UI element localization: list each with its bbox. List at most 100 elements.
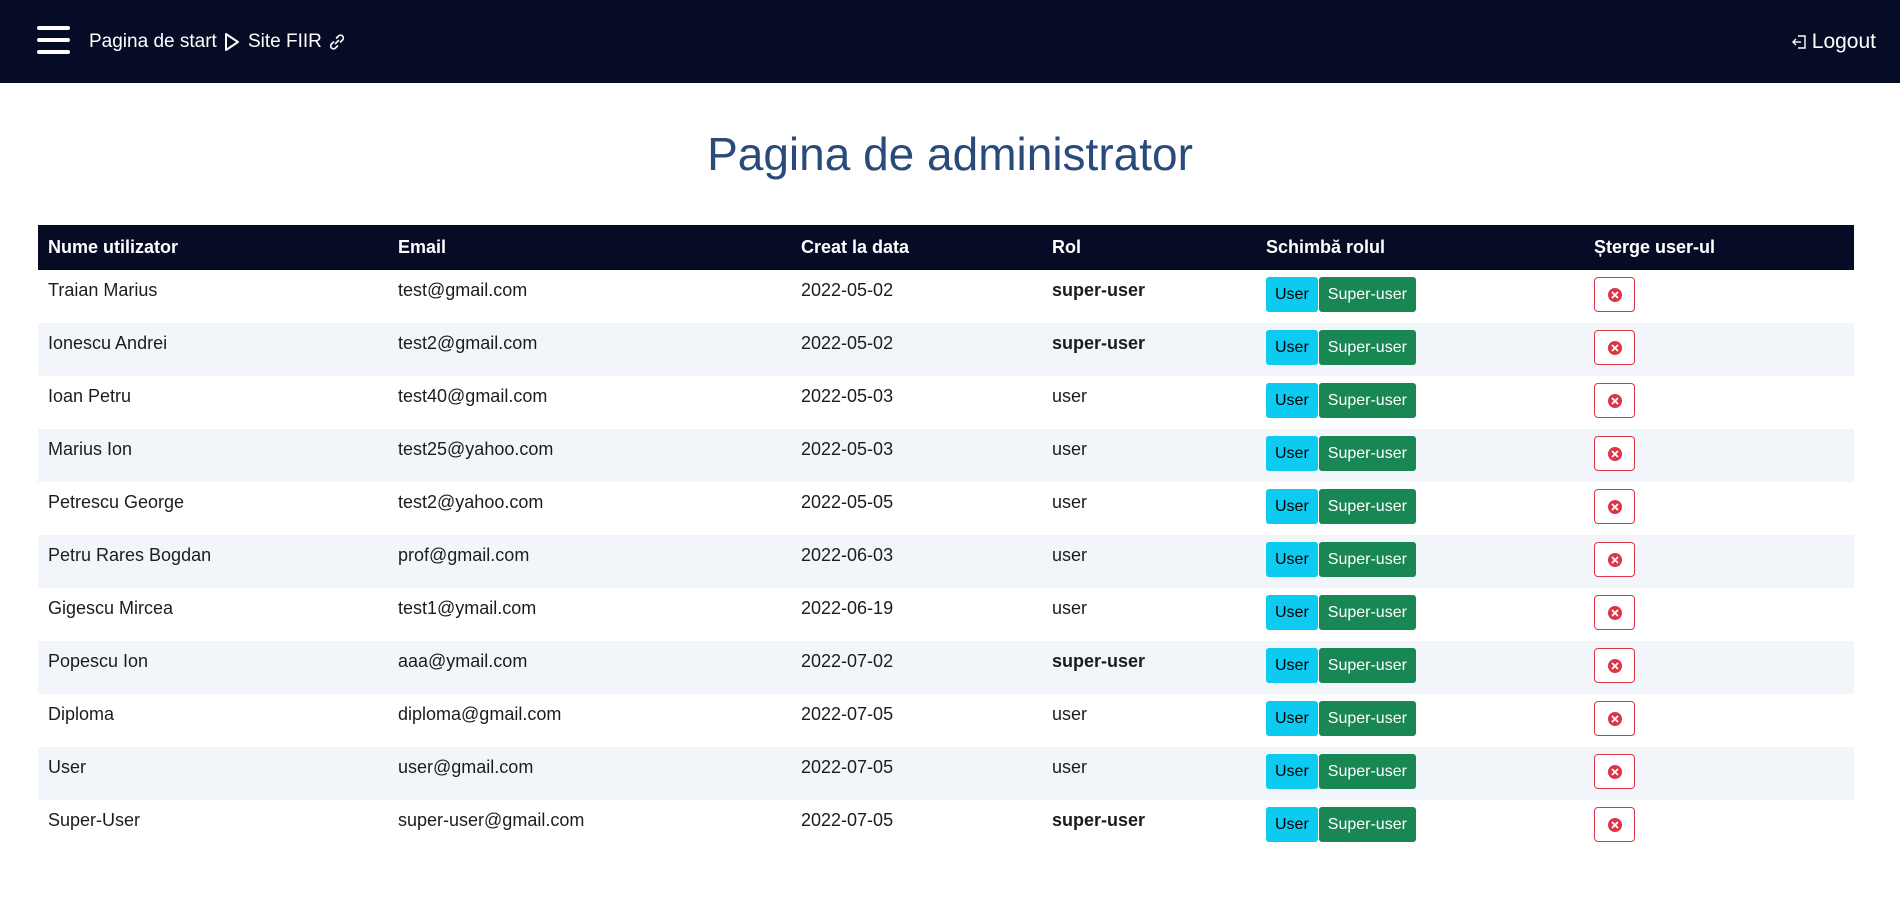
set-super-user-role-button[interactable]: Super-user: [1318, 383, 1416, 418]
set-super-user-role-button[interactable]: Super-user: [1318, 489, 1416, 524]
header-email: Email: [388, 225, 791, 270]
username-text: Traian Marius: [48, 280, 158, 300]
delete-user-button[interactable]: [1594, 330, 1635, 365]
cell-change-role: User Super-user: [1256, 800, 1584, 853]
role-text: user: [1052, 757, 1088, 777]
cell-username: User: [38, 747, 388, 800]
table-row: Petrescu George test2@yahoo.com 2022-05-05…: [38, 482, 1854, 535]
role-text: user: [1052, 492, 1088, 512]
created-date-text: 2022-06-19: [801, 598, 894, 618]
delete-circle-x-icon: [1608, 818, 1622, 832]
set-super-user-role-button[interactable]: Super-user: [1318, 277, 1416, 312]
delete-user-button[interactable]: [1594, 701, 1635, 736]
set-user-role-button[interactable]: User: [1266, 383, 1318, 418]
set-super-user-role-button[interactable]: Super-user: [1318, 807, 1416, 842]
username-text: Ionescu Andrei: [48, 333, 168, 353]
username-text: Super-User: [48, 810, 141, 830]
cell-delete: [1584, 641, 1854, 694]
set-super-user-role-button[interactable]: Super-user: [1318, 701, 1416, 736]
set-super-user-role-button[interactable]: Super-user: [1318, 330, 1416, 365]
delete-user-button[interactable]: [1594, 436, 1635, 471]
menu-hamburger-icon[interactable]: [37, 24, 70, 56]
cell-username: Ionescu Andrei: [38, 323, 388, 376]
username-text: Ioan Petru: [48, 386, 132, 406]
delete-circle-x-icon: [1608, 606, 1622, 620]
cell-created: 2022-07-05: [791, 800, 1042, 853]
created-date-text: 2022-05-02: [801, 280, 894, 300]
nav-link-start[interactable]: Pagina de start: [89, 0, 241, 83]
table-row: Traian Marius test@gmail.com 2022-05-02 sup…: [38, 270, 1854, 323]
table-row: Ionescu Andrei test2@gmail.com 2022-05-02 s…: [38, 323, 1854, 376]
role-text: user: [1052, 598, 1088, 618]
created-date-text: 2022-06-03: [801, 545, 894, 565]
cell-change-role: User Super-user: [1256, 694, 1584, 747]
delete-circle-x-icon: [1608, 553, 1622, 567]
set-super-user-role-button[interactable]: Super-user: [1318, 436, 1416, 471]
cell-change-role: User Super-user: [1256, 747, 1584, 800]
set-super-user-role-button[interactable]: Super-user: [1318, 542, 1416, 577]
set-user-role-button[interactable]: User: [1266, 754, 1318, 789]
email-text: test2@gmail.com: [398, 333, 538, 353]
cell-change-role: User Super-user: [1256, 641, 1584, 694]
email-text: test1@ymail.com: [398, 598, 537, 618]
set-user-role-button[interactable]: User: [1266, 807, 1318, 842]
set-user-role-button[interactable]: User: [1266, 436, 1318, 471]
page-title: Pagina de administrator: [707, 128, 1193, 180]
set-user-role-button[interactable]: User: [1266, 542, 1318, 577]
delete-user-button[interactable]: [1594, 383, 1635, 418]
cell-role: super-user: [1042, 323, 1256, 376]
header-username: Nume utilizator: [38, 225, 388, 270]
set-user-role-button[interactable]: User: [1266, 648, 1318, 683]
set-user-role-button[interactable]: User: [1266, 489, 1318, 524]
set-super-user-role-button[interactable]: Super-user: [1318, 595, 1416, 630]
set-super-user-role-button[interactable]: Super-user: [1318, 754, 1416, 789]
cell-email: test@gmail.com: [388, 270, 791, 323]
cell-created: 2022-05-05: [791, 482, 1042, 535]
cell-change-role: User Super-user: [1256, 535, 1584, 588]
delete-circle-x-icon: [1608, 394, 1622, 408]
table-row: Ioan Petru test40@gmail.com 2022-05-03 user…: [38, 376, 1854, 429]
cell-role: user: [1042, 747, 1256, 800]
email-text: test@gmail.com: [398, 280, 528, 300]
delete-user-button[interactable]: [1594, 648, 1635, 683]
set-user-role-button[interactable]: User: [1266, 701, 1318, 736]
nav-link-site-fiir[interactable]: Site FIIR: [248, 0, 346, 83]
set-user-role-button[interactable]: User: [1266, 277, 1318, 312]
cell-delete: [1584, 270, 1854, 323]
cell-email: super-user@gmail.com: [388, 800, 791, 853]
cell-change-role: User Super-user: [1256, 323, 1584, 376]
cell-created: 2022-06-03: [791, 535, 1042, 588]
delete-user-button[interactable]: [1594, 595, 1635, 630]
role-text: user: [1052, 704, 1088, 724]
delete-user-button[interactable]: [1594, 754, 1635, 789]
created-date-text: 2022-05-02: [801, 333, 894, 353]
cell-username: Marius Ion: [38, 429, 388, 482]
cell-username: Petru Rares Bogdan: [38, 535, 388, 588]
logout-button[interactable]: Logout: [1791, 0, 1876, 83]
set-super-user-role-button[interactable]: Super-user: [1318, 648, 1416, 683]
email-text: test2@yahoo.com: [398, 492, 544, 512]
logout-label: Logout: [1811, 29, 1876, 53]
cell-created: 2022-06-19: [791, 588, 1042, 641]
delete-user-button[interactable]: [1594, 807, 1635, 842]
cell-role: user: [1042, 482, 1256, 535]
set-user-role-button[interactable]: User: [1266, 330, 1318, 365]
delete-user-button[interactable]: [1594, 542, 1635, 577]
cell-role: super-user: [1042, 270, 1256, 323]
cell-delete: [1584, 323, 1854, 376]
nav-site-label: Site FIIR: [248, 30, 322, 52]
cell-email: aaa@ymail.com: [388, 641, 791, 694]
username-text: Popescu Ion: [48, 651, 149, 671]
created-date-text: 2022-05-05: [801, 492, 894, 512]
cell-username: Popescu Ion: [38, 641, 388, 694]
role-text: user: [1052, 386, 1088, 406]
role-text: super-user: [1052, 651, 1146, 671]
delete-circle-x-icon: [1608, 500, 1622, 514]
delete-user-button[interactable]: [1594, 489, 1635, 524]
set-user-role-button[interactable]: User: [1266, 595, 1318, 630]
delete-user-button[interactable]: [1594, 277, 1635, 312]
cell-created: 2022-07-02: [791, 641, 1042, 694]
email-text: test40@gmail.com: [398, 386, 548, 406]
cell-change-role: User Super-user: [1256, 429, 1584, 482]
cell-username: Traian Marius: [38, 270, 388, 323]
